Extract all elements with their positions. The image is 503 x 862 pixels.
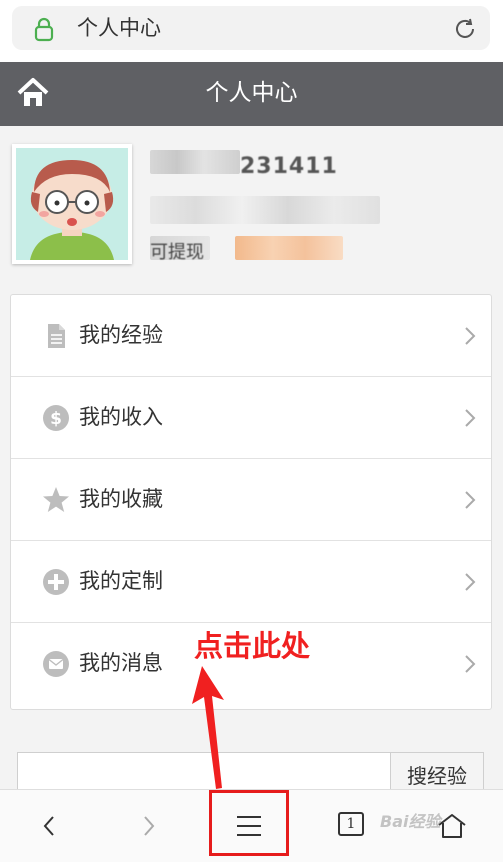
watermark: Bai经验	[380, 812, 441, 831]
star-icon	[43, 487, 69, 512]
chevron-right-icon	[465, 573, 476, 591]
browser-toolbar: 个人中心	[0, 0, 503, 62]
chevron-left-icon	[43, 816, 54, 836]
avatar[interactable]	[12, 144, 132, 264]
menu-item-favorites[interactable]: 我的收藏	[11, 459, 491, 541]
menu-item-income[interactable]: $ 我的收入	[11, 377, 491, 459]
document-icon	[48, 324, 65, 348]
svg-text:$: $	[50, 409, 62, 429]
profile-info-mosaic	[150, 196, 380, 224]
tag-text: 可提现	[150, 242, 204, 263]
chevron-right-icon	[465, 327, 476, 345]
annotation-arrow-icon	[192, 666, 224, 789]
username-text: 231411	[240, 154, 338, 179]
menu-item-experience[interactable]: 我的经验	[11, 295, 491, 377]
cartoon-face-icon	[30, 160, 114, 260]
dollar-icon: $	[43, 405, 69, 431]
menu-label: 我的收入	[79, 405, 163, 429]
annotation-label: 点击此处	[194, 629, 311, 663]
chevron-right-icon	[465, 409, 476, 427]
menu-label: 我的收藏	[79, 487, 163, 511]
home-outline-icon	[438, 814, 466, 838]
chevron-right-icon	[144, 816, 155, 836]
lock-icon	[34, 17, 54, 42]
menu-label: 我的定制	[79, 569, 163, 593]
chevron-right-icon	[465, 491, 476, 509]
chevron-right-icon	[465, 655, 476, 673]
envelope-icon	[43, 651, 69, 677]
page-header: 个人中心	[0, 62, 503, 126]
address-title: 个人中心	[77, 16, 161, 40]
address-bar[interactable]: 个人中心	[12, 6, 490, 50]
back-button[interactable]	[9, 790, 89, 862]
username-mosaic	[150, 150, 240, 174]
page-title: 个人中心	[205, 80, 298, 106]
avatar-illustration	[16, 148, 128, 260]
highlight-box	[209, 790, 289, 856]
menu-label: 我的消息	[79, 651, 163, 675]
forward-button[interactable]	[109, 790, 189, 862]
menu-item-custom[interactable]: 我的定制	[11, 541, 491, 623]
tabs-button[interactable]: 1	[338, 812, 364, 836]
menu-label: 我的经验	[79, 323, 163, 347]
balance-mosaic	[235, 236, 343, 260]
plus-circle-icon	[43, 569, 69, 595]
reload-icon[interactable]	[452, 16, 478, 42]
